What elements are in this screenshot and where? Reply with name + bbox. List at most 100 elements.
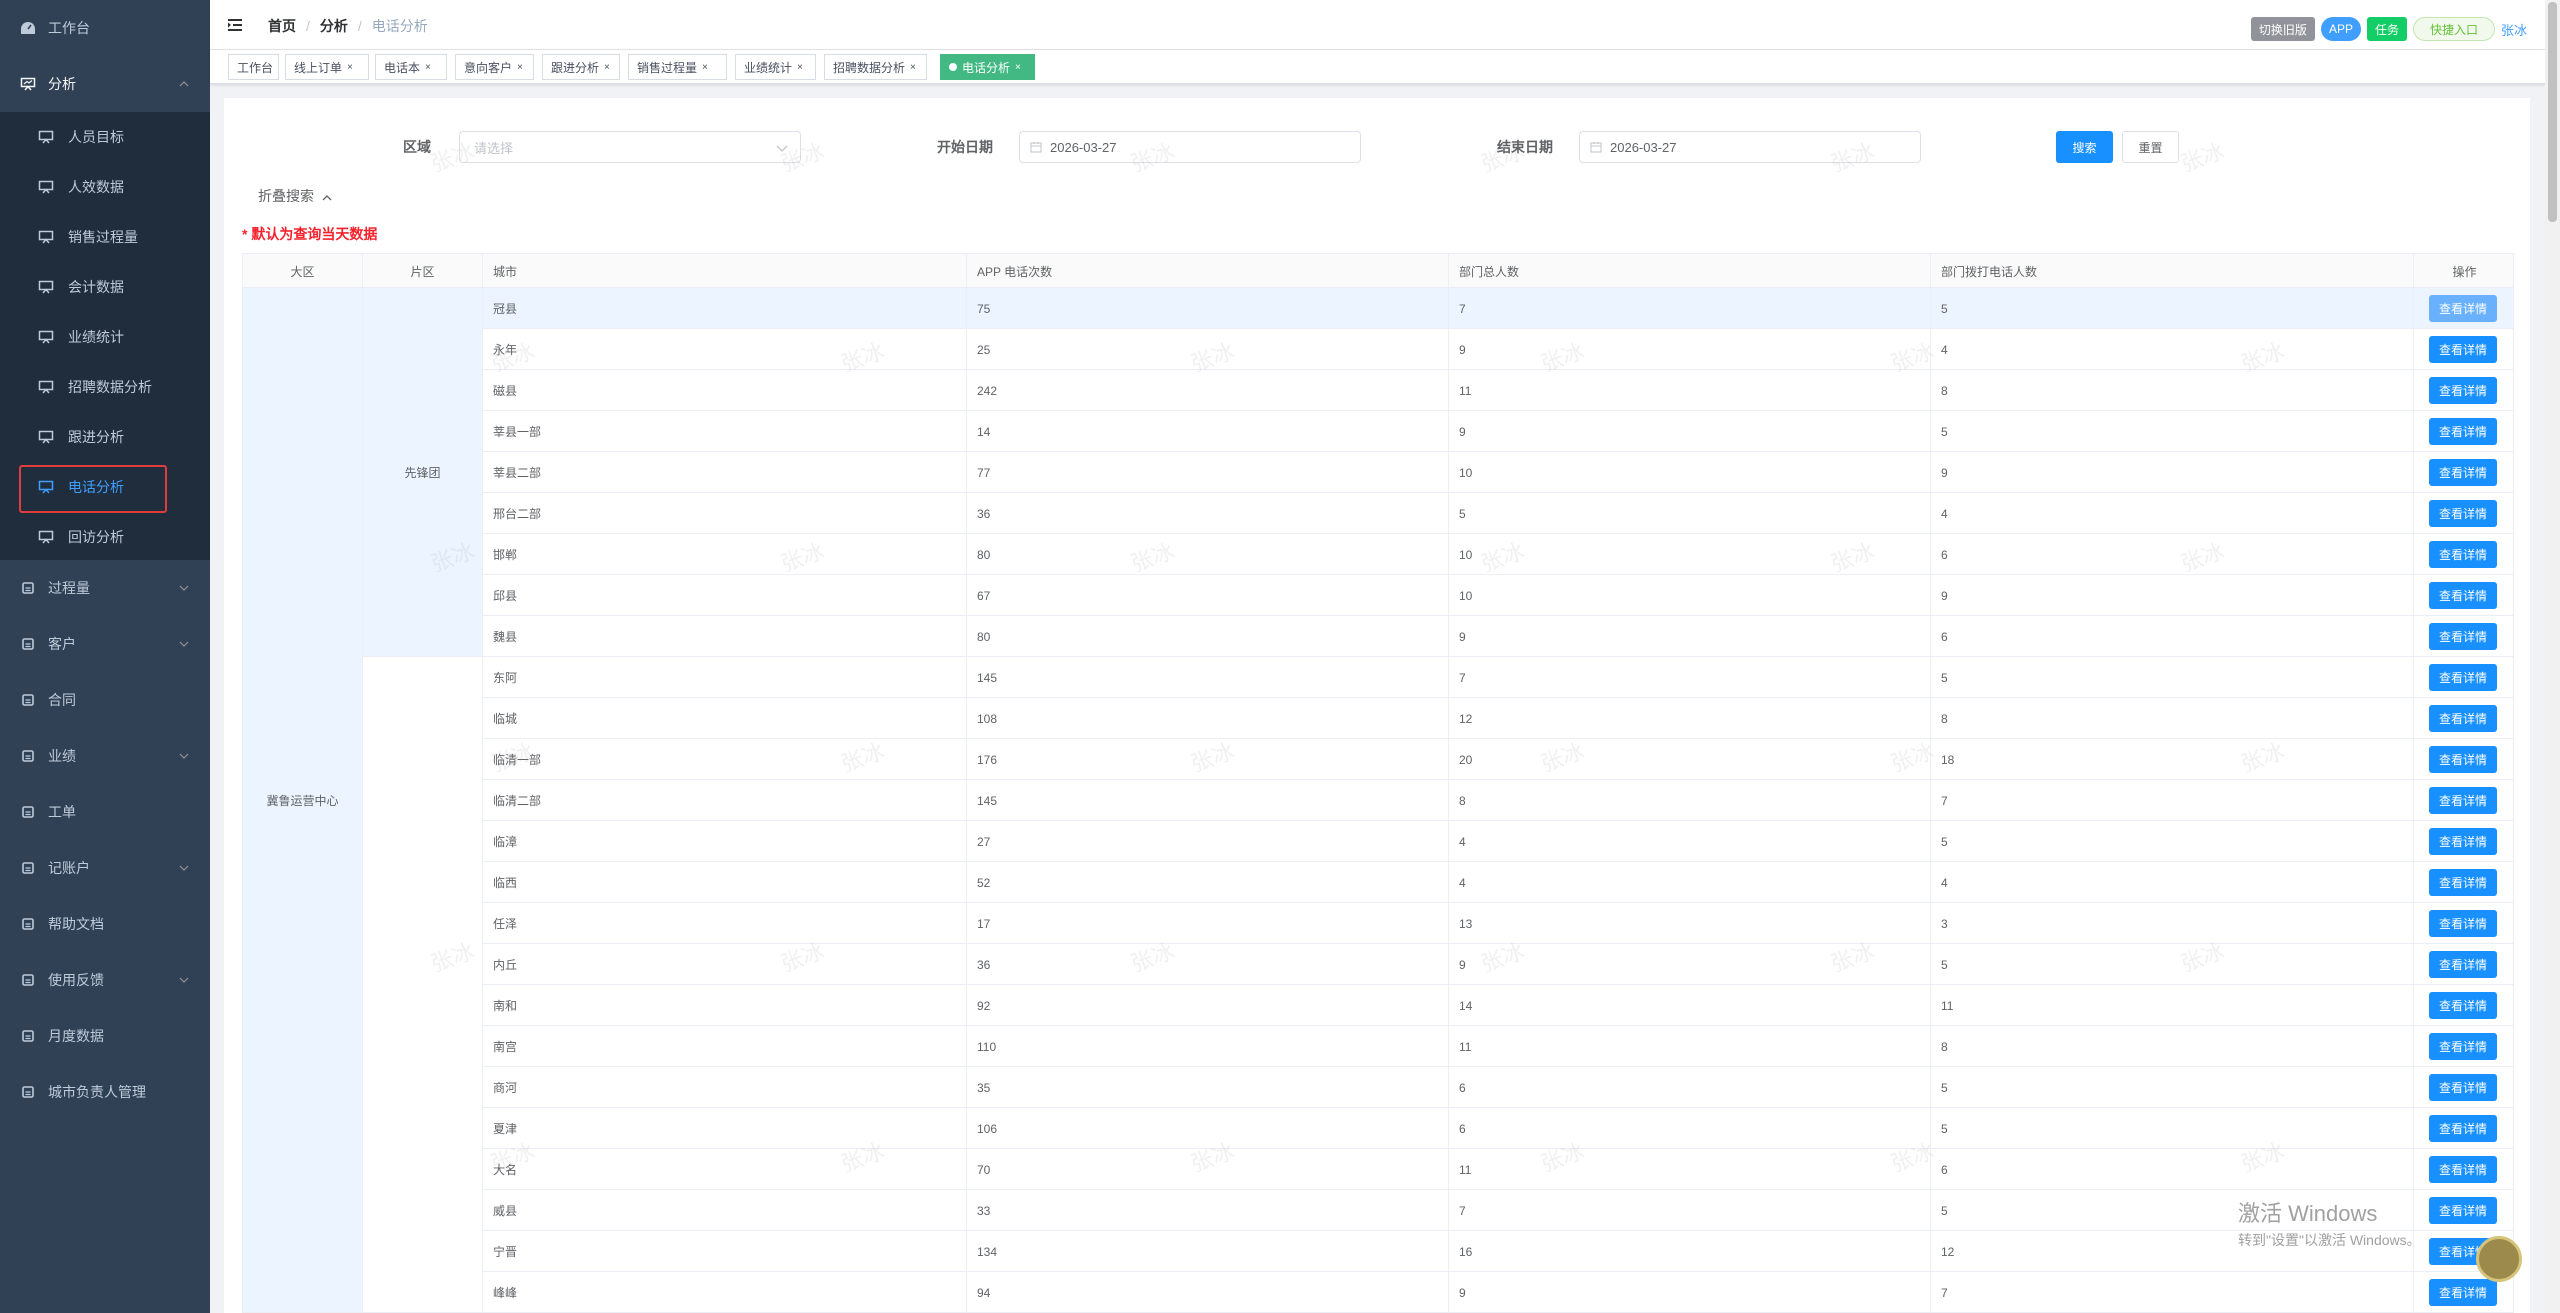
view-detail-button[interactable]: 查看详情 xyxy=(2429,541,2497,568)
view-detail-button[interactable]: 查看详情 xyxy=(2429,1279,2497,1306)
user-name[interactable]: 张冰 xyxy=(2501,20,2527,39)
end-date-input[interactable]: 2026-03-27 xyxy=(1579,131,1921,163)
table-row[interactable]: 任泽 17 13 3 查看详情 xyxy=(243,903,2513,944)
close-icon[interactable]: × xyxy=(910,62,916,73)
sidebar-item[interactable]: 城市负责人管理 xyxy=(0,1064,210,1120)
sidebar-item[interactable]: 记账户 xyxy=(0,840,210,896)
breadcrumb-analysis[interactable]: 分析 xyxy=(320,16,348,36)
close-icon[interactable]: × xyxy=(702,62,708,73)
view-detail-button[interactable]: 查看详情 xyxy=(2429,1197,2497,1224)
breadcrumb-home[interactable]: 首页 xyxy=(268,16,296,36)
hamburger-icon[interactable] xyxy=(226,16,244,34)
view-detail-button[interactable]: 查看详情 xyxy=(2429,787,2497,814)
sidebar-item[interactable]: 帮助文档 xyxy=(0,896,210,952)
view-detail-button[interactable]: 查看详情 xyxy=(2429,910,2497,937)
sidebar-item[interactable]: 过程量 xyxy=(0,560,210,616)
sidebar-item[interactable]: 使用反馈 xyxy=(0,952,210,1008)
tab-3[interactable]: 电话本 × xyxy=(375,54,447,80)
task-button[interactable]: 任务 xyxy=(2366,17,2407,41)
table-row[interactable]: 邯郸 80 10 6 查看详情 xyxy=(243,534,2513,575)
close-icon[interactable]: × xyxy=(797,62,803,73)
submenu-item[interactable]: 会计数据 xyxy=(0,262,210,312)
table-row[interactable]: 大名 70 11 6 查看详情 xyxy=(243,1149,2513,1190)
sidebar-item[interactable]: 工单 xyxy=(0,784,210,840)
sidebar-item[interactable]: 客户 xyxy=(0,616,210,672)
submenu-item[interactable]: 业绩统计 xyxy=(0,312,210,362)
scrollbar-thumb[interactable] xyxy=(2548,2,2557,222)
view-detail-button[interactable]: 查看详情 xyxy=(2429,336,2497,363)
view-detail-button[interactable]: 查看详情 xyxy=(2429,459,2497,486)
table-row[interactable]: 夏津 106 6 5 查看详情 xyxy=(243,1108,2513,1149)
view-detail-button[interactable]: 查看详情 xyxy=(2429,377,2497,404)
view-detail-button[interactable]: 查看详情 xyxy=(2429,623,2497,650)
table-row[interactable]: 邢台二部 36 5 4 查看详情 xyxy=(243,493,2513,534)
start-date-input[interactable]: 2026-03-27 xyxy=(1019,131,1361,163)
view-detail-button[interactable]: 查看详情 xyxy=(2429,1115,2497,1142)
view-detail-button[interactable]: 查看详情 xyxy=(2429,869,2497,896)
tab-7[interactable]: 业绩统计 × xyxy=(735,54,816,80)
view-detail-button[interactable]: 查看详情 xyxy=(2429,500,2497,527)
submenu-item[interactable]: 回访分析 xyxy=(0,512,210,562)
region-select[interactable]: 请选择 xyxy=(459,131,801,163)
table-row[interactable]: 商河 35 6 5 查看详情 xyxy=(243,1067,2513,1108)
tab-2[interactable]: 线上订单 × xyxy=(285,54,369,80)
tab-5[interactable]: 跟进分析 × xyxy=(542,54,620,80)
table-row[interactable]: 磁县 242 11 8 查看详情 xyxy=(243,370,2513,411)
submenu-item[interactable]: 销售过程量 xyxy=(0,212,210,262)
view-detail-button[interactable]: 查看详情 xyxy=(2429,1074,2497,1101)
reset-button[interactable]: 重置 xyxy=(2122,131,2179,163)
sidebar-item[interactable]: 月度数据 xyxy=(0,1008,210,1064)
quick-entry-button[interactable]: 快捷入口 xyxy=(2412,17,2495,41)
table-row[interactable]: 峰峰 94 9 7 查看详情 xyxy=(243,1272,2513,1312)
switch-old-version-button[interactable]: 切换旧版 xyxy=(2250,17,2315,41)
view-detail-button[interactable]: 查看详情 xyxy=(2429,951,2497,978)
close-icon[interactable]: × xyxy=(347,62,353,73)
tab-1[interactable]: 工作台 xyxy=(228,54,279,80)
close-icon[interactable]: × xyxy=(1015,62,1021,73)
submenu-item[interactable]: 招聘数据分析 xyxy=(0,362,210,412)
view-detail-button[interactable]: 查看详情 xyxy=(2429,295,2497,322)
page-scrollbar[interactable] xyxy=(2545,0,2560,1313)
view-detail-button[interactable]: 查看详情 xyxy=(2429,828,2497,855)
table-row[interactable]: 永年 25 9 4 查看详情 xyxy=(243,329,2513,370)
table-row[interactable]: 魏县 80 9 6 查看详情 xyxy=(243,616,2513,657)
view-detail-button[interactable]: 查看详情 xyxy=(2429,746,2497,773)
view-detail-button[interactable]: 查看详情 xyxy=(2429,1156,2497,1183)
table-row[interactable]: 东阿 145 7 5 查看详情 xyxy=(243,657,2513,698)
close-icon[interactable]: × xyxy=(517,62,523,73)
table-row[interactable]: 莘县二部 77 10 9 查看详情 xyxy=(243,452,2513,493)
tab-4[interactable]: 意向客户 × xyxy=(455,54,534,80)
search-button[interactable]: 搜索 xyxy=(2056,131,2113,163)
view-detail-button[interactable]: 查看详情 xyxy=(2429,582,2497,609)
submenu-item[interactable]: 电话分析 xyxy=(0,462,210,512)
app-button[interactable]: APP xyxy=(2320,17,2361,41)
table-row[interactable]: 威县 33 7 5 查看详情 xyxy=(243,1190,2513,1231)
submenu-item[interactable]: 跟进分析 xyxy=(0,412,210,462)
table-row[interactable]: 南和 92 14 11 查看详情 xyxy=(243,985,2513,1026)
table-row[interactable]: 莘县一部 14 9 5 查看详情 xyxy=(243,411,2513,452)
tab-9[interactable]: 电话分析 × xyxy=(940,54,1035,80)
tab-8[interactable]: 招聘数据分析 × xyxy=(824,54,927,80)
close-icon[interactable]: × xyxy=(604,62,610,73)
view-detail-button[interactable]: 查看详情 xyxy=(2429,992,2497,1019)
sidebar-item-analysis[interactable]: 分析 xyxy=(0,56,210,112)
table-row[interactable]: 南宫 110 11 8 查看详情 xyxy=(243,1026,2513,1067)
table-row[interactable]: 冠县 75 7 5 查看详情 xyxy=(243,288,2513,329)
sidebar-item-dashboard[interactable]: 工作台 xyxy=(0,0,210,56)
sidebar-item[interactable]: 业绩 xyxy=(0,728,210,784)
table-row[interactable]: 临清一部 176 20 18 查看详情 xyxy=(243,739,2513,780)
submenu-item[interactable]: 人员目标 xyxy=(0,112,210,162)
sidebar-item[interactable]: 合同 xyxy=(0,672,210,728)
table-row[interactable]: 内丘 36 9 5 查看详情 xyxy=(243,944,2513,985)
view-detail-button[interactable]: 查看详情 xyxy=(2429,664,2497,691)
view-detail-button[interactable]: 查看详情 xyxy=(2429,418,2497,445)
table-row[interactable]: 临清二部 145 8 7 查看详情 xyxy=(243,780,2513,821)
fold-search-toggle[interactable]: 折叠搜索 xyxy=(258,186,332,206)
table-row[interactable]: 临城 108 12 8 查看详情 xyxy=(243,698,2513,739)
table-row[interactable]: 临西 52 4 4 查看详情 xyxy=(243,862,2513,903)
assistant-mascot-icon[interactable] xyxy=(2476,1236,2522,1282)
table-row[interactable]: 临漳 27 4 5 查看详情 xyxy=(243,821,2513,862)
submenu-item[interactable]: 人效数据 xyxy=(0,162,210,212)
view-detail-button[interactable]: 查看详情 xyxy=(2429,705,2497,732)
close-icon[interactable]: × xyxy=(425,62,431,73)
